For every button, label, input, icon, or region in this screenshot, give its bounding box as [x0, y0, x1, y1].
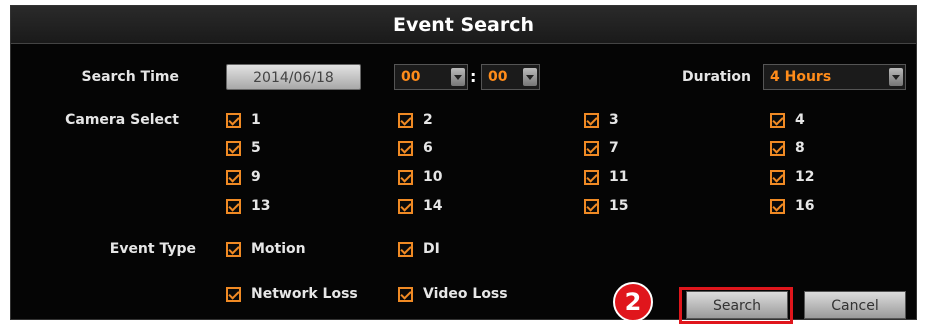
camera-checkbox-15[interactable]: 15 [584, 198, 628, 214]
camera-label: 8 [795, 140, 805, 156]
minute-select[interactable]: 00 [481, 64, 540, 90]
minute-value: 00 [488, 69, 508, 85]
checkbox-checked-icon [770, 169, 785, 185]
camera-checkbox-12[interactable]: 12 [770, 169, 814, 185]
camera-label: 14 [423, 198, 443, 214]
dialog-title: Event Search [392, 14, 535, 36]
search-time-label: Search Time [81, 69, 179, 85]
camera-label: 10 [423, 169, 443, 185]
event-option-label: Network Loss [251, 286, 358, 302]
chevron-down-icon [451, 68, 465, 86]
duration-value: 4 Hours [770, 69, 832, 85]
checkbox-checked-icon [398, 241, 413, 257]
camera-label: 12 [795, 169, 815, 185]
camera-label: 3 [609, 112, 619, 128]
chevron-down-icon [889, 68, 903, 86]
camera-label: 11 [609, 169, 629, 185]
hour-select[interactable]: 00 [394, 64, 468, 90]
checkbox-checked-icon [770, 112, 785, 128]
event-option-label: Video Loss [423, 286, 508, 302]
event-checkbox-network-loss[interactable]: Network Loss [226, 286, 358, 302]
event-checkbox-video-loss[interactable]: Video Loss [398, 286, 508, 302]
date-picker-button[interactable]: 2014/06/18 [226, 64, 361, 90]
checkbox-checked-icon [226, 140, 241, 156]
event-option-label: Motion [251, 241, 306, 257]
checkbox-checked-icon [584, 198, 599, 214]
checkbox-checked-icon [584, 140, 599, 156]
checkbox-checked-icon [770, 140, 785, 156]
camera-label: 7 [609, 140, 619, 156]
camera-label: 13 [251, 198, 271, 214]
event-option-label: DI [423, 241, 440, 257]
camera-label: 2 [423, 112, 433, 128]
camera-checkbox-1[interactable]: 1 [226, 112, 261, 128]
camera-checkbox-8[interactable]: 8 [770, 140, 805, 156]
checkbox-checked-icon [770, 198, 785, 214]
camera-label: 4 [795, 112, 805, 128]
camera-label: 15 [609, 198, 629, 214]
event-checkbox-di[interactable]: DI [398, 241, 440, 257]
checkbox-checked-icon [398, 140, 413, 156]
camera-label: 6 [423, 140, 433, 156]
camera-checkbox-10[interactable]: 10 [398, 169, 442, 185]
camera-label: 1 [251, 112, 261, 128]
checkbox-checked-icon [398, 169, 413, 185]
checkbox-checked-icon [398, 112, 413, 128]
checkbox-checked-icon [226, 112, 241, 128]
checkbox-checked-icon [226, 198, 241, 214]
camera-checkbox-13[interactable]: 13 [226, 198, 270, 214]
camera-checkbox-4[interactable]: 4 [770, 112, 805, 128]
checkbox-checked-icon [226, 286, 241, 302]
duration-label: Duration [681, 69, 751, 85]
camera-checkbox-14[interactable]: 14 [398, 198, 442, 214]
camera-checkbox-7[interactable]: 7 [584, 140, 619, 156]
camera-label: 16 [795, 198, 815, 214]
camera-select-label: Camera Select [65, 112, 179, 128]
camera-checkbox-6[interactable]: 6 [398, 140, 433, 156]
title-bar: Event Search [11, 6, 916, 44]
checkbox-checked-icon [398, 198, 413, 214]
event-search-dialog: Event Search Search Time 2014/06/18 00 :… [10, 5, 917, 320]
chevron-down-icon [523, 68, 537, 86]
camera-checkbox-5[interactable]: 5 [226, 140, 261, 156]
camera-label: 9 [251, 169, 261, 185]
duration-select[interactable]: 4 Hours [763, 64, 906, 90]
camera-checkbox-11[interactable]: 11 [584, 169, 628, 185]
search-button-highlight [679, 287, 793, 324]
cancel-button[interactable]: Cancel [804, 291, 906, 319]
camera-checkbox-3[interactable]: 3 [584, 112, 619, 128]
event-checkbox-motion[interactable]: Motion [226, 241, 306, 257]
time-separator: : [470, 67, 477, 86]
checkbox-checked-icon [584, 112, 599, 128]
checkbox-checked-icon [226, 169, 241, 185]
hour-value: 00 [401, 69, 421, 85]
camera-checkbox-16[interactable]: 16 [770, 198, 814, 214]
event-type-label: Event Type [109, 241, 196, 257]
camera-checkbox-2[interactable]: 2 [398, 112, 433, 128]
camera-label: 5 [251, 140, 261, 156]
checkbox-checked-icon [584, 169, 599, 185]
step-badge: 2 [613, 282, 653, 322]
checkbox-checked-icon [398, 286, 413, 302]
camera-checkbox-9[interactable]: 9 [226, 169, 261, 185]
checkbox-checked-icon [226, 241, 241, 257]
